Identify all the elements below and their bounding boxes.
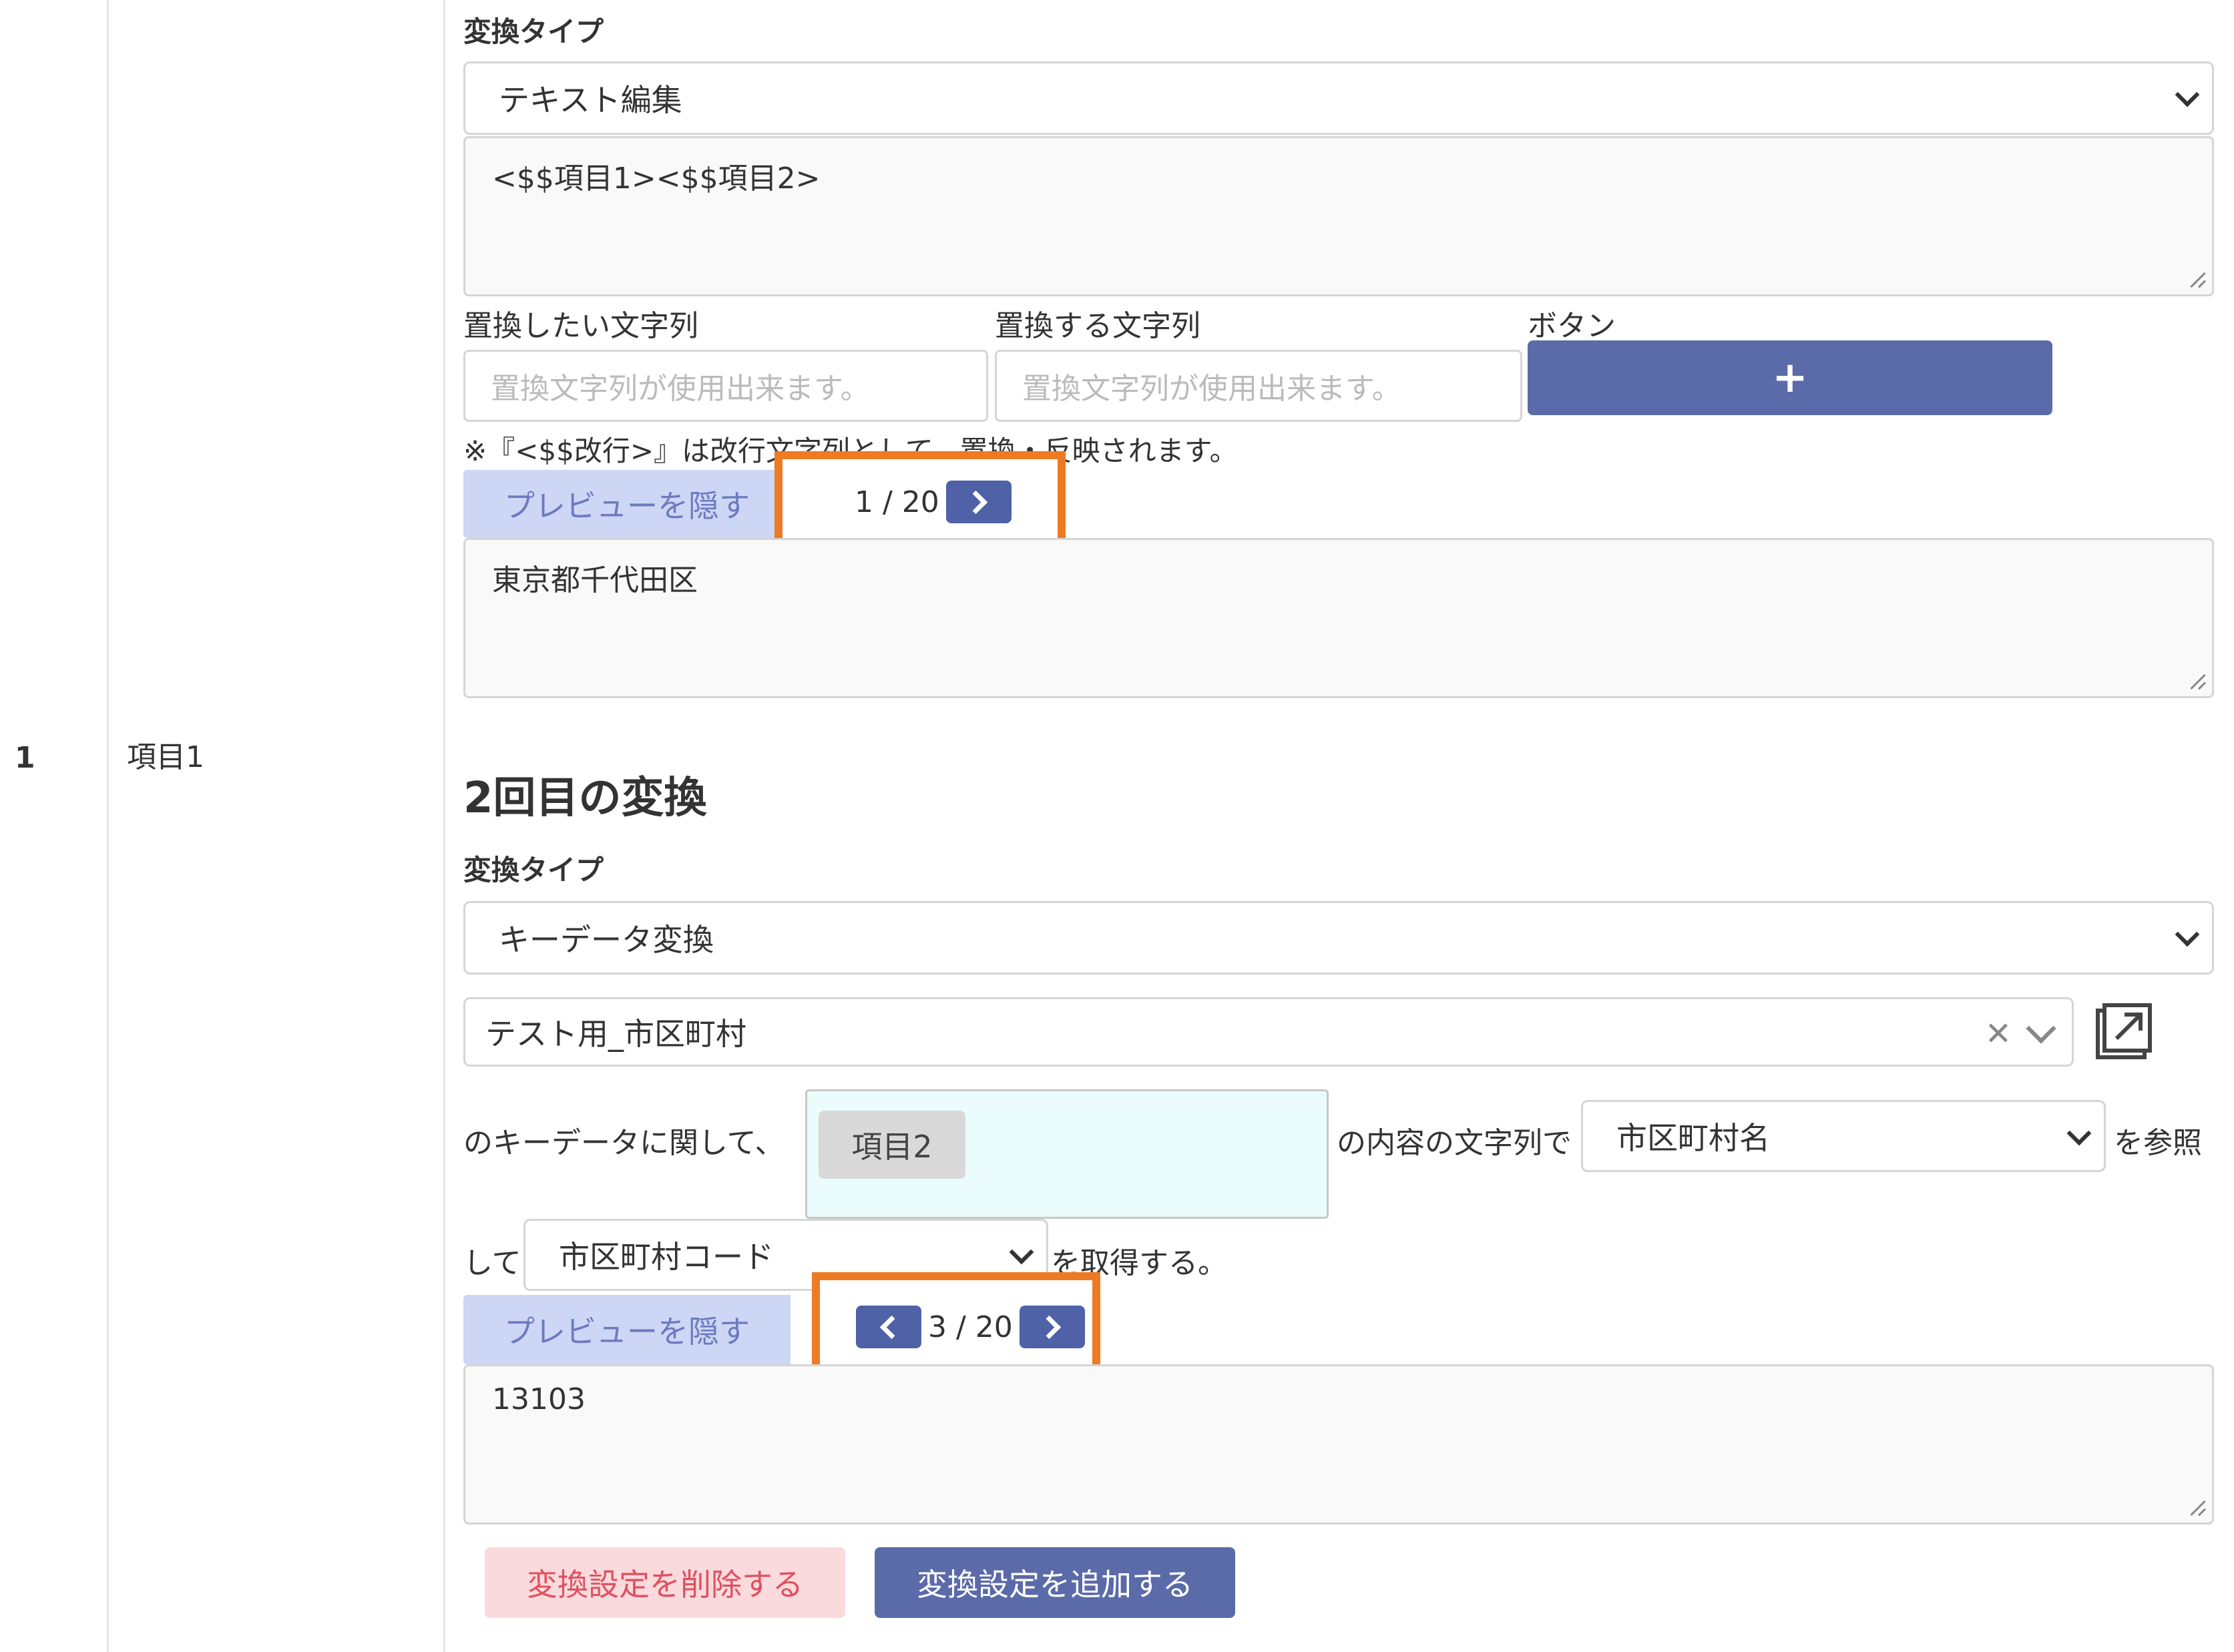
column-divider-left: [107, 0, 109, 1652]
key-data-value: テスト用_市区町村: [485, 1016, 746, 1052]
second-pager-next-button[interactable]: [1019, 1306, 1085, 1348]
item-tag[interactable]: 項目2: [819, 1111, 965, 1179]
first-preview-toggle-button[interactable]: プレビューを隠す: [463, 470, 791, 538]
replace-to-placeholder: 置換文字列が使用出来ます。: [1022, 372, 1401, 406]
first-pager-next-button[interactable]: [945, 481, 1012, 523]
open-external-icon[interactable]: [2094, 1001, 2154, 1061]
first-pager: 1 / 20: [855, 481, 1012, 523]
first-preview-toggle-label: プレビューを隠す: [504, 488, 750, 524]
replace-to-label: 置換する文字列: [995, 309, 1200, 343]
plus-icon: +: [1772, 353, 1808, 402]
button-column-label: ボタン: [1528, 309, 1616, 343]
column-divider-right: [443, 0, 445, 1652]
ref-column-value: 市区町村名: [1616, 1120, 1770, 1156]
delete-setting-button[interactable]: 変換設定を削除する: [485, 1547, 845, 1618]
second-heading: 2回目の変換: [463, 774, 707, 823]
chevron-right-icon: [1038, 1315, 1062, 1339]
key-data-select[interactable]: テスト用_市区町村 ✕: [463, 997, 2074, 1067]
second-preview-toggle-button[interactable]: プレビューを隠す: [463, 1295, 791, 1364]
chevron-down-icon: [2175, 82, 2200, 107]
second-type-value: キーデータ変換: [499, 922, 714, 958]
chevron-down-icon[interactable]: [2026, 1013, 2056, 1044]
second-preview-toggle-label: プレビューを隠す: [504, 1314, 750, 1350]
first-preview-value: 東京都千代田区: [492, 563, 698, 597]
first-expression-textarea[interactable]: <$$項目1><$$項目2>: [463, 136, 2214, 296]
second-type-label: 変換タイプ: [463, 854, 604, 886]
chevron-left-icon: [879, 1315, 903, 1339]
add-replace-button[interactable]: +: [1528, 340, 2052, 415]
ref-column-select[interactable]: 市区町村名: [1581, 1100, 2106, 1172]
add-setting-label: 変換設定を追加する: [917, 1567, 1193, 1603]
chevron-right-icon: [964, 490, 988, 514]
clear-icon[interactable]: ✕: [1985, 1015, 2012, 1053]
add-setting-button[interactable]: 変換設定を追加する: [875, 1547, 1235, 1618]
sentence-prefix: のキーデータに関して、: [463, 1126, 785, 1160]
second-preview-textarea: 13103: [463, 1364, 2214, 1525]
item-tag-label: 項目2: [851, 1129, 933, 1165]
sentence-ref: を参照: [2114, 1126, 2202, 1160]
second-type-select[interactable]: キーデータ変換: [463, 901, 2214, 975]
first-preview-textarea: 東京都千代田区: [463, 538, 2214, 698]
second-preview-value: 13103: [492, 1382, 586, 1416]
first-expression-text: <$$項目1><$$項目2>: [492, 162, 821, 196]
chevron-down-icon: [2066, 1121, 2092, 1146]
replace-to-input[interactable]: 置換文字列が使用出来ます。: [995, 350, 1522, 422]
second-pager-prev-button[interactable]: [856, 1306, 921, 1348]
first-type-value: テキスト編集: [499, 82, 682, 118]
second-pager: 3 / 20: [856, 1306, 1085, 1348]
second-pager-text: 3 / 20: [928, 1310, 1013, 1344]
delete-setting-label: 変換設定を削除する: [527, 1567, 803, 1603]
replace-from-input[interactable]: 置換文字列が使用出来ます。: [463, 350, 988, 422]
sentence-middle: の内容の文字列で: [1337, 1126, 1572, 1160]
chevron-down-icon: [2175, 922, 2200, 947]
row-item-name: 項目1: [127, 740, 204, 774]
resize-grip-icon[interactable]: [2188, 672, 2205, 690]
sentence-shite: して: [463, 1246, 521, 1280]
resize-grip-icon[interactable]: [2188, 1498, 2205, 1516]
resize-grip-icon[interactable]: [2188, 270, 2205, 288]
first-pager-text: 1 / 20: [855, 485, 939, 519]
row-number: 1: [15, 741, 35, 775]
chevron-down-icon: [1009, 1240, 1034, 1265]
first-type-select[interactable]: テキスト編集: [463, 61, 2214, 135]
first-type-label: 変換タイプ: [463, 15, 604, 48]
get-column-value: 市区町村コード: [559, 1239, 774, 1275]
replace-from-label: 置換したい文字列: [463, 309, 698, 343]
replace-from-placeholder: 置換文字列が使用出来ます。: [491, 372, 870, 406]
